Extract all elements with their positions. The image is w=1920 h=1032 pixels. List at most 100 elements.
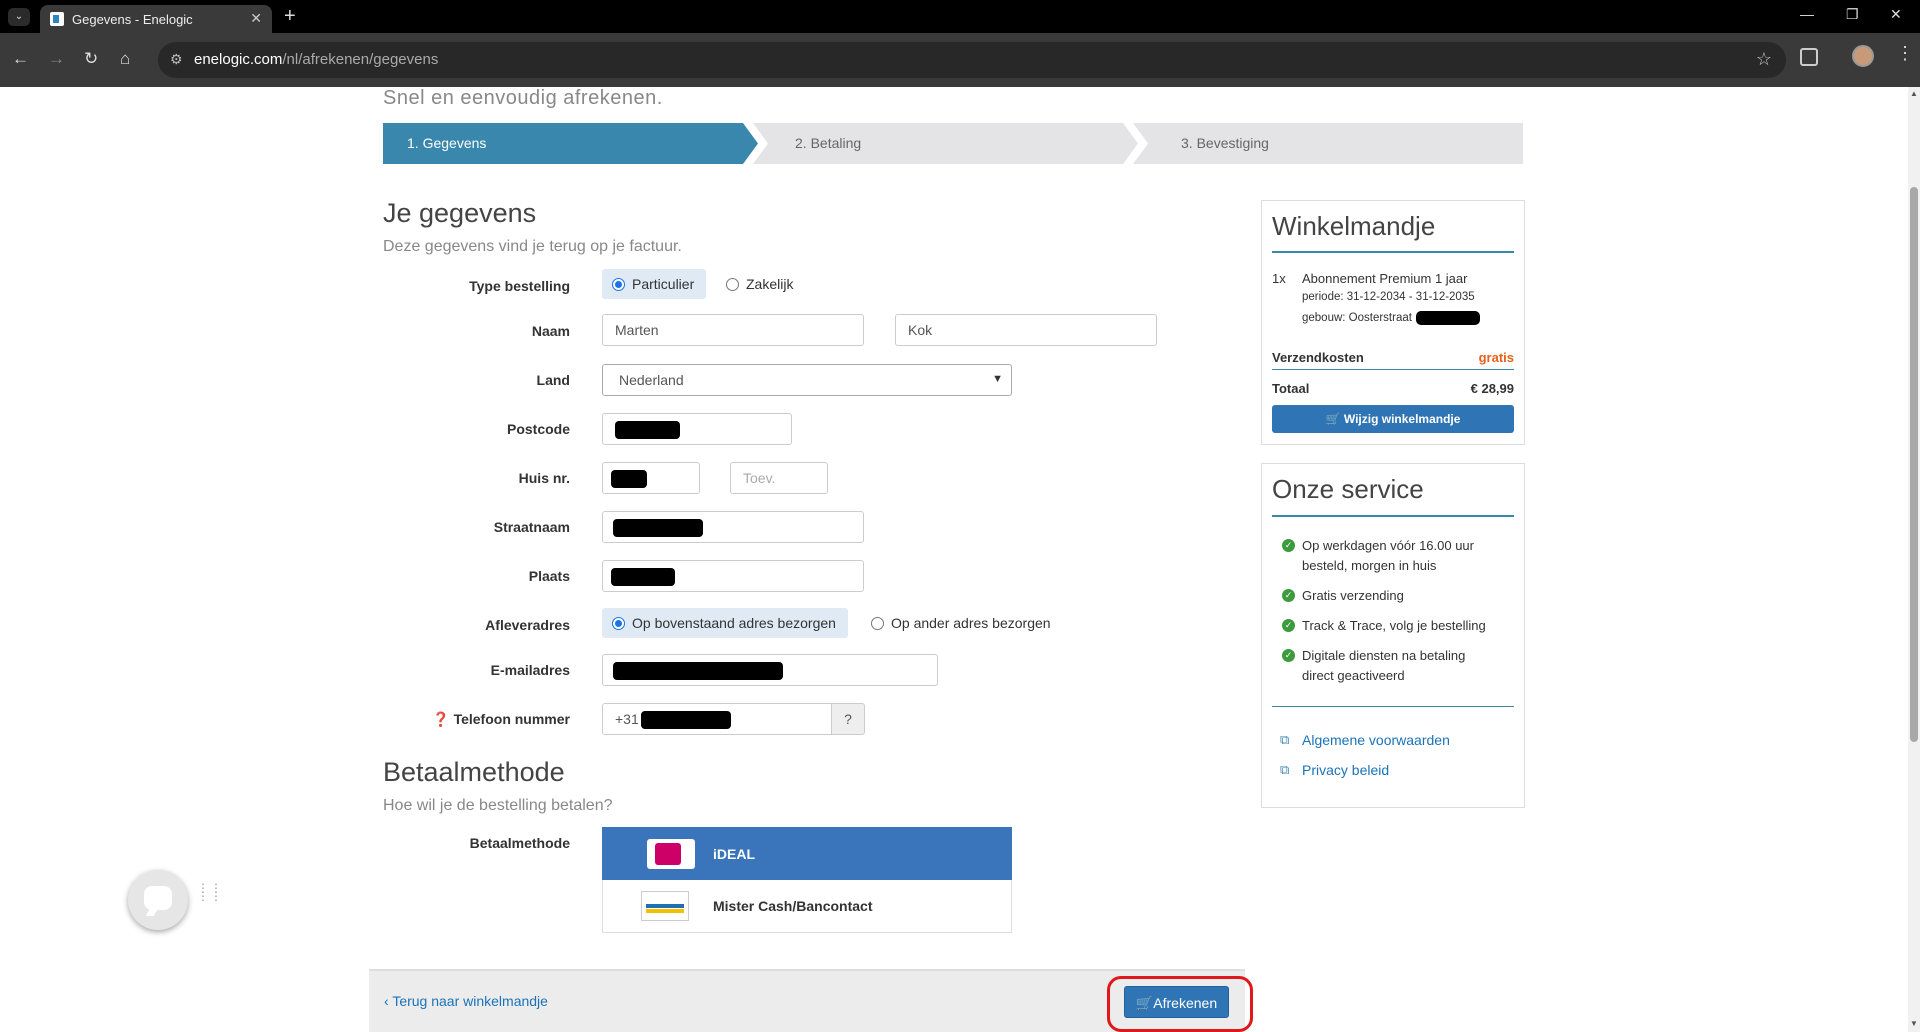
payment-ideal[interactable]: iDEAL <box>602 827 1012 880</box>
email-input[interactable] <box>602 654 938 686</box>
cart-icon: 🛒 <box>1325 412 1341 426</box>
country-label: Land <box>536 372 570 388</box>
check-circle-icon: ✓ <box>1282 649 1295 662</box>
home-icon[interactable]: ⌂ <box>120 49 130 69</box>
favicon-icon <box>50 12 64 26</box>
close-window-icon[interactable]: ✕ <box>1890 6 1902 23</box>
redacted-block <box>613 662 783 680</box>
email-label: E-mailadres <box>490 662 570 678</box>
minimize-icon[interactable]: — <box>1800 6 1814 22</box>
street-input[interactable] <box>602 511 864 543</box>
step-gegevens: 1. Gegevens <box>383 123 758 164</box>
payment-label: Betaalmethode <box>469 835 570 851</box>
country-select[interactable]: Nederland ▼ <box>602 364 1012 396</box>
tab-search-button[interactable]: ⌄ <box>8 8 30 26</box>
drag-handle-icon[interactable]: ⋮⋮⋮⋮ <box>197 882 222 914</box>
profile-avatar[interactable] <box>1852 45 1874 67</box>
cart-panel: Winkelmandje 1x Abonnement Premium 1 jaa… <box>1261 200 1525 445</box>
scrollbar-thumb[interactable] <box>1910 187 1918 742</box>
radio-other-address[interactable]: Op ander adres bezorgen <box>861 608 1051 638</box>
site-info-icon[interactable]: ⚙ <box>170 51 183 68</box>
redacted-block <box>615 421 680 439</box>
privacy-link[interactable]: Privacy beleid <box>1302 762 1389 778</box>
redacted-block <box>641 711 731 729</box>
cart-icon: 🛒 <box>1135 995 1154 1011</box>
checkout-tagline: Snel en eenvoudig afrekenen. <box>383 87 663 109</box>
toevoeging-input[interactable]: Toev. <box>730 462 828 494</box>
edit-cart-button[interactable]: 🛒 Wijzig winkelmandje <box>1272 405 1514 433</box>
house-label: Huis nr. <box>518 470 570 486</box>
radio-dot-icon <box>726 278 739 291</box>
page-content: Snel en eenvoudig afrekenen. 1. Gegevens… <box>0 87 1908 1032</box>
chevron-down-icon: ▼ <box>992 373 1003 385</box>
page-scrollbar[interactable]: ▲ ▼ <box>1908 87 1920 1032</box>
bookmark-star-icon[interactable]: ☆ <box>1756 49 1772 70</box>
tab-title: Gegevens - Enelogic <box>72 12 193 27</box>
url-host: enelogic.com <box>194 51 283 68</box>
cart-qty: 1x <box>1272 271 1286 286</box>
postcode-label: Postcode <box>506 421 570 437</box>
back-icon[interactable]: ← <box>12 49 29 69</box>
last-name-input[interactable]: Kok <box>895 314 1157 346</box>
step-betaling: 2. Betaling <box>753 123 1138 164</box>
forward-icon[interactable]: → <box>48 49 65 69</box>
bancontact-logo-icon <box>641 891 689 921</box>
payment-bancontact[interactable]: Mister Cash/Bancontact <box>602 880 1012 933</box>
cart-product: Abonnement Premium 1 jaar <box>1302 271 1468 286</box>
service-panel: Onze service ✓ Op werkdagen vóór 16.00 u… <box>1261 463 1525 808</box>
shipping-value: gratis <box>1478 350 1514 365</box>
browser-menu-icon[interactable]: ⋮ <box>1896 44 1914 62</box>
details-title: Je gegevens <box>383 198 537 228</box>
service-item: Digitale diensten na betaling <box>1302 648 1466 663</box>
back-to-cart-link[interactable]: ‹ Terug naar winkelmandje <box>384 993 548 1009</box>
cart-building: gebouw: Oosterstraat <box>1302 311 1480 325</box>
external-link-icon: ⧉ <box>1280 762 1290 777</box>
external-link-icon: ⧉ <box>1280 732 1290 747</box>
checkout-footer: ‹ Terug naar winkelmandje 🛒Afrekenen <box>369 969 1253 1032</box>
phone-help-button[interactable]: ? <box>832 703 865 735</box>
checkout-button[interactable]: 🛒Afrekenen <box>1124 986 1229 1018</box>
step-bevestiging: 3. Bevestiging <box>1133 123 1523 164</box>
street-label: Straatnaam <box>493 519 570 535</box>
service-item: besteld, morgen in huis <box>1302 558 1437 573</box>
redacted-block <box>1415 311 1480 325</box>
cart-title: Winkelmandje <box>1272 211 1436 241</box>
close-tab-icon[interactable]: ✕ <box>250 10 262 27</box>
ideal-logo-icon <box>647 839 695 869</box>
payment-title: Betaalmethode <box>383 757 565 787</box>
chevron-left-icon: ‹ <box>384 993 389 1009</box>
details-subtitle: Deze gegevens vind je terug op je factuu… <box>383 238 682 255</box>
first-name-input[interactable]: Marten <box>602 314 864 346</box>
redacted-block <box>613 519 703 537</box>
cart-period: periode: 31-12-2034 - 31-12-2035 <box>1302 291 1475 303</box>
checkout-steps: 1. Gegevens 2. Betaling 3. Bevestiging <box>383 123 1523 164</box>
redacted-block <box>611 470 647 488</box>
total-value: € 28,99 <box>1470 381 1514 396</box>
url-path: /nl/afrekenen/gegevens <box>282 51 439 68</box>
restore-icon[interactable]: ❐ <box>1846 6 1859 23</box>
city-input[interactable] <box>602 560 864 592</box>
browser-tab-bar: ⌄ Gegevens - Enelogic ✕ + — ❐ ✕ <box>0 0 1920 33</box>
shipping-label: Verzendkosten <box>1272 350 1364 365</box>
chat-widget-button[interactable] <box>128 870 188 930</box>
scroll-down-icon[interactable]: ▼ <box>1910 1019 1918 1028</box>
radio-same-address[interactable]: Op bovenstaand adres bezorgen <box>602 608 848 638</box>
house-number-input[interactable] <box>602 462 700 494</box>
browser-tab[interactable]: Gegevens - Enelogic ✕ <box>40 5 272 33</box>
address-bar[interactable]: ⚙ enelogic.com/nl/afrekenen/gegevens ☆ <box>158 42 1786 78</box>
phone-input[interactable]: +31 <box>602 703 832 735</box>
radio-dot-icon <box>612 278 625 291</box>
terms-link[interactable]: Algemene voorwaarden <box>1302 732 1450 748</box>
radio-zakelijk[interactable]: Zakelijk <box>716 269 793 299</box>
scroll-up-icon[interactable]: ▲ <box>1910 89 1918 98</box>
radio-particulier[interactable]: Particulier <box>602 269 707 299</box>
extensions-icon[interactable] <box>1800 48 1818 66</box>
postcode-input[interactable] <box>602 413 792 445</box>
phone-label: ❓ Telefoon nummer <box>432 711 570 727</box>
radio-dot-icon <box>612 617 625 630</box>
payment-subtitle: Hoe wil je de bestelling betalen? <box>383 797 613 814</box>
service-item: Track & Trace, volg je bestelling <box>1302 618 1486 633</box>
reload-icon[interactable]: ↻ <box>84 49 98 69</box>
new-tab-button[interactable]: + <box>284 6 296 26</box>
service-item: Op werkdagen vóór 16.00 uur <box>1302 538 1474 553</box>
